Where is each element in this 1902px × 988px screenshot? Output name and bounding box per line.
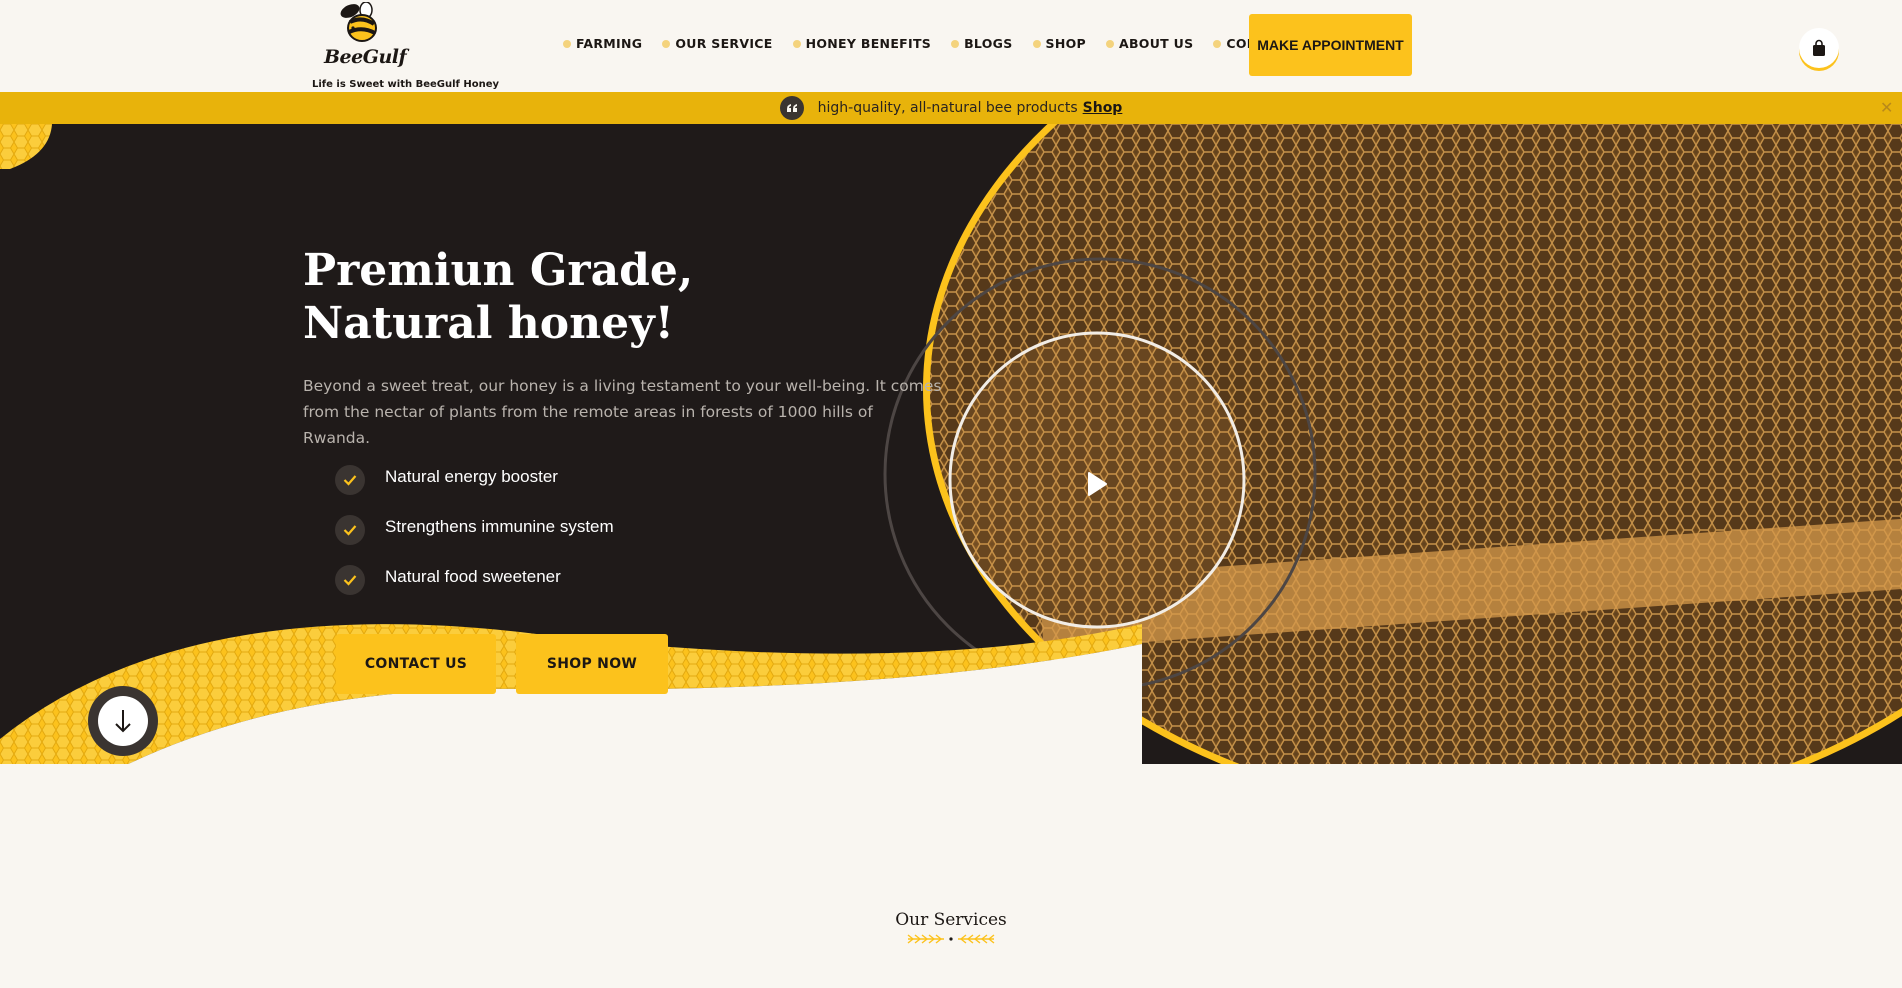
nav-item-shop[interactable]: SHOP — [1032, 36, 1086, 51]
check-icon — [335, 565, 365, 595]
nav-item-farming[interactable]: FARMING — [563, 36, 642, 51]
nav-dot — [1213, 39, 1222, 48]
announcement-text: high-quality, all-natural bee products — [817, 100, 1078, 116]
contact-us-button[interactable]: CONTACT US — [336, 634, 496, 694]
nav-label: OUR SERVICE — [675, 36, 773, 51]
nav-label: ABOUT US — [1118, 36, 1194, 51]
logo-wordmark: BeeGulf — [324, 46, 407, 68]
feature-label: Natural food sweetener — [385, 567, 561, 586]
nav-dot — [1032, 39, 1041, 48]
nav-dot — [792, 39, 801, 48]
logo-tagline: Life is Sweet with BeeGulf Honey — [312, 79, 500, 90]
divider-arrows-icon — [907, 934, 995, 944]
logo[interactable]: BeeGulf Life is Sweet with BeeGulf Honey — [310, 2, 499, 90]
cart-button[interactable] — [1799, 28, 1839, 68]
make-appointment-button[interactable]: MAKE APPOINTMENT — [1249, 14, 1412, 76]
list-item: Natural energy booster — [335, 455, 614, 505]
main-nav: FARMING OUR SERVICE HONEY BENEFITS BLOGS… — [563, 36, 1314, 51]
nav-item-about-us[interactable]: ABOUT US — [1105, 36, 1194, 51]
hero-title: Premiun Grade, Natural honey! — [303, 245, 694, 349]
arrow-down-icon — [115, 710, 131, 733]
announcement-bar: high-quality, all-natural bee products S… — [0, 92, 1902, 124]
scroll-down-inner — [98, 696, 148, 746]
nav-label: HONEY BENEFITS — [805, 36, 932, 51]
nav-dot — [951, 39, 960, 48]
play-video-button[interactable] — [1072, 459, 1122, 509]
site-header: BeeGulf Life is Sweet with BeeGulf Honey… — [0, 0, 1902, 92]
nav-item-blogs[interactable]: BLOGS — [951, 36, 1012, 51]
feature-list: Natural energy booster Strengthens immun… — [335, 455, 614, 605]
feature-label: Strengthens immunine system — [385, 517, 614, 536]
feature-label: Natural energy booster — [385, 467, 558, 486]
nav-label: FARMING — [576, 36, 643, 51]
nav-dot — [1105, 39, 1114, 48]
play-icon — [1088, 472, 1107, 496]
bee-icon — [340, 2, 377, 42]
nav-label: BLOGS — [964, 36, 1013, 51]
nav-item-honey-benefits[interactable]: HONEY BENEFITS — [792, 36, 932, 51]
nav-label: SHOP — [1045, 36, 1086, 51]
shop-now-button[interactable]: SHOP NOW — [516, 634, 668, 694]
check-icon — [335, 515, 365, 545]
check-icon — [335, 465, 365, 495]
hero-background — [0, 124, 1902, 764]
hero-description: Beyond a sweet treat, our honey is a liv… — [303, 377, 942, 447]
scroll-down-button[interactable] — [88, 686, 158, 756]
announcement-shop-link[interactable]: Shop — [1083, 100, 1123, 116]
shopping-bag-icon — [1813, 39, 1825, 56]
list-item: Strengthens immunine system — [335, 505, 614, 555]
services-title: Our Services — [895, 910, 1007, 930]
nav-item-our-service[interactable]: OUR SERVICE — [662, 36, 772, 51]
list-item: Natural food sweetener — [335, 555, 614, 605]
nav-dot — [662, 39, 671, 48]
hero-section: Premiun Grade, Natural honey! Beyond a s… — [0, 124, 1902, 764]
close-icon[interactable]: ✕ — [1880, 98, 1893, 117]
quote-icon — [779, 96, 804, 120]
nav-dot — [563, 39, 571, 48]
